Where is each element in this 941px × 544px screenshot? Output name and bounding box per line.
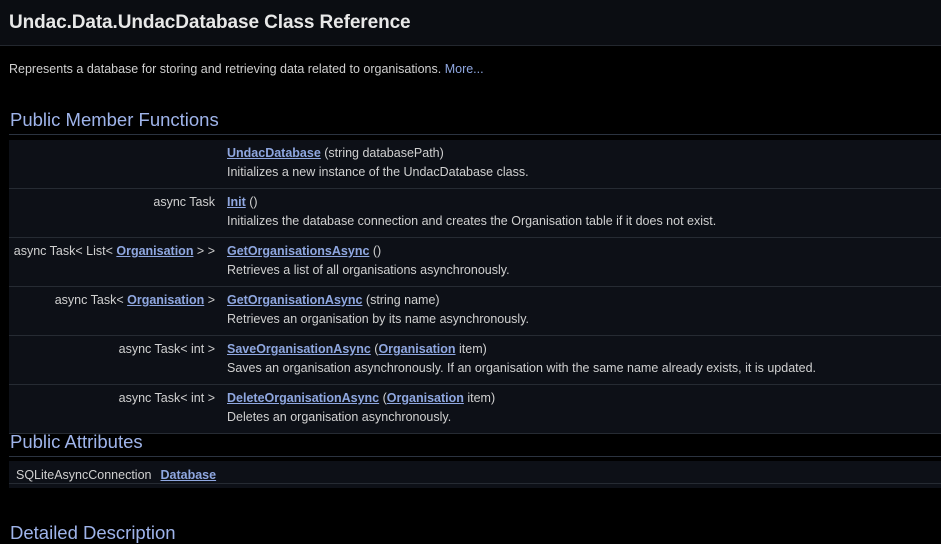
function-signature-cell: GetOrganisationsAsync () Retrieves a list…: [221, 238, 941, 286]
return-type-prefix: async Task< int >: [118, 342, 215, 356]
return-type-link[interactable]: Organisation: [116, 244, 193, 258]
function-args-prefix: (): [369, 244, 382, 258]
function-signature-cell: UndacDatabase (string databasePath) Initi…: [221, 140, 941, 188]
return-type-prefix: async Task< List<: [13, 244, 117, 258]
function-signature-cell: DeleteOrganisationAsync (Organisation it…: [221, 385, 941, 433]
brief-description: Represents a database for storing and re…: [9, 62, 484, 76]
page-title: Undac.Data.UndacDatabase Class Reference: [9, 11, 411, 33]
function-name-link[interactable]: GetOrganisationAsync: [227, 293, 362, 307]
more-link[interactable]: More...: [445, 62, 484, 76]
page-header: Undac.Data.UndacDatabase Class Reference: [0, 0, 941, 46]
section-title-detailed: Detailed Description: [10, 522, 176, 543]
row-separator: [9, 433, 941, 434]
function-args-prefix: (string name): [362, 293, 440, 307]
member-function-row: async Task< int > DeleteOrganisationAsyn…: [9, 385, 941, 433]
argument-type-link[interactable]: Organisation: [387, 391, 464, 405]
function-description: Deletes an organisation asynchronously.: [227, 410, 452, 424]
function-args-suffix: item): [455, 342, 487, 356]
function-name-link[interactable]: GetOrganisationsAsync: [227, 244, 369, 258]
section-rule-functions: [9, 134, 941, 135]
return-type-cell: async Task< Organisation >: [9, 287, 221, 335]
member-function-row: async Task< List< Organisation > > GetOr…: [9, 238, 941, 286]
attributes-bottom-rule: [9, 483, 941, 484]
function-description: Saves an organisation asynchronously. If…: [227, 361, 816, 375]
function-name-link[interactable]: SaveOrganisationAsync: [227, 342, 371, 356]
function-description: Retrieves an organisation by its name as…: [227, 312, 530, 326]
function-signature: DeleteOrganisationAsync (Organisation it…: [227, 391, 941, 406]
return-type-prefix: async Task: [153, 195, 215, 209]
attribute-name-link[interactable]: Database: [161, 468, 217, 482]
return-type-link[interactable]: Organisation: [127, 293, 204, 307]
return-type-cell: [9, 140, 221, 188]
return-type-prefix: async Task< int >: [118, 391, 215, 405]
function-signature: Init (): [227, 195, 941, 210]
member-function-row: async Task< int > SaveOrganisationAsync …: [9, 336, 941, 384]
function-name-link[interactable]: UndacDatabase: [227, 146, 321, 160]
function-signature-cell: SaveOrganisationAsync (Organisation item…: [221, 336, 941, 384]
function-signature: UndacDatabase (string databasePath): [227, 146, 941, 161]
return-type-cell: async Task< int >: [9, 385, 221, 433]
section-title-attributes: Public Attributes: [10, 431, 143, 452]
function-name-link[interactable]: Init: [227, 195, 246, 209]
return-type-cell: async Task< int >: [9, 336, 221, 384]
function-description: Retrieves a list of all organisations as…: [227, 263, 510, 277]
brief-text: Represents a database for storing and re…: [9, 62, 442, 76]
member-function-row: async Task Init () Initializes the databa…: [9, 189, 941, 237]
function-signature-cell: Init () Initializes the database connecti…: [221, 189, 941, 237]
function-args-prefix: (: [379, 391, 387, 405]
function-description: Initializes the database connection and …: [227, 214, 717, 228]
member-function-row: async Task< Organisation > GetOrganisati…: [9, 287, 941, 335]
return-type-suffix: >: [204, 293, 215, 307]
function-signature: GetOrganisationAsync (string name): [227, 293, 941, 308]
function-signature-cell: GetOrganisationAsync (string name) Retrie…: [221, 287, 941, 335]
function-name-link[interactable]: DeleteOrganisationAsync: [227, 391, 379, 405]
return-type-prefix: async Task<: [54, 293, 128, 307]
return-type-cell: async Task: [9, 189, 221, 237]
return-type-suffix: > >: [193, 244, 215, 258]
member-function-row: UndacDatabase (string databasePath) Initi…: [9, 140, 941, 188]
section-rule-attributes: [9, 456, 941, 457]
attribute-type: SQLiteAsyncConnection: [16, 468, 152, 482]
function-description: Initializes a new instance of the UndacD…: [227, 165, 529, 179]
return-type-cell: async Task< List< Organisation > >: [9, 238, 221, 286]
function-signature: SaveOrganisationAsync (Organisation item…: [227, 342, 941, 357]
function-signature: GetOrganisationsAsync (): [227, 244, 941, 259]
function-args-prefix: (string databasePath): [320, 146, 444, 160]
argument-type-link[interactable]: Organisation: [378, 342, 455, 356]
function-args-suffix: item): [463, 391, 496, 405]
member-functions-table: UndacDatabase (string databasePath) Initi…: [9, 140, 941, 434]
row-separator-line: [9, 433, 941, 434]
section-title-functions: Public Member Functions: [10, 109, 219, 130]
function-args-prefix: (): [245, 195, 258, 209]
